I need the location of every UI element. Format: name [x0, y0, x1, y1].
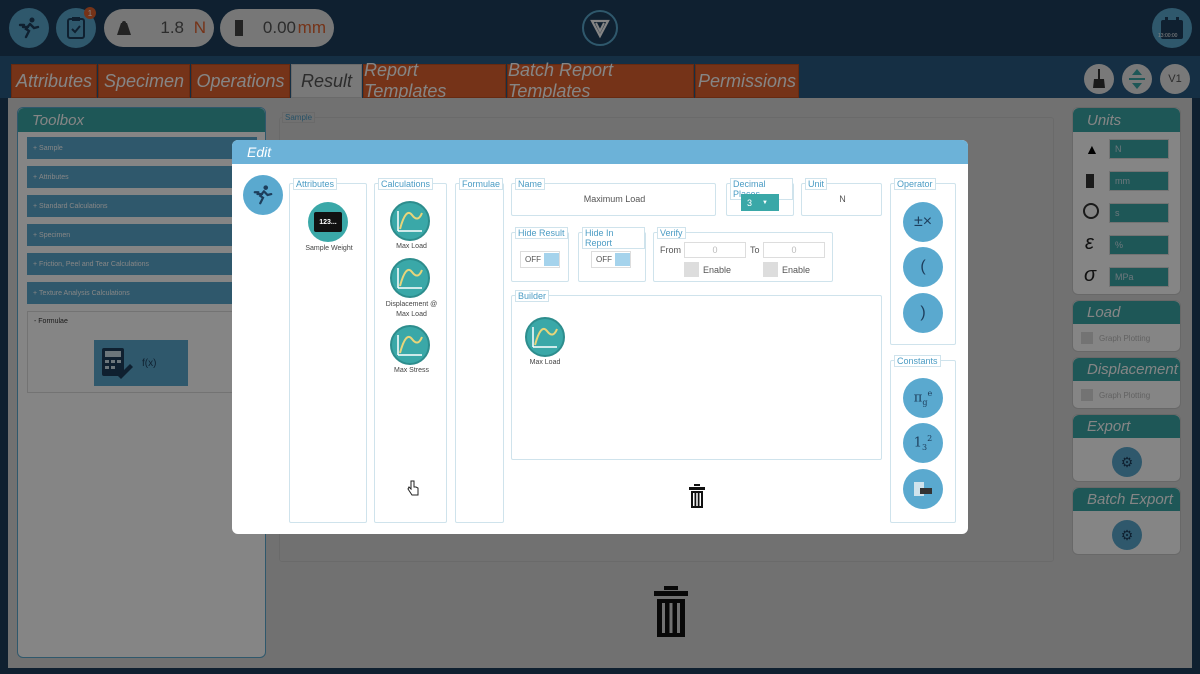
unit-label: Unit [805, 178, 828, 190]
calculations-label: Calculations [378, 178, 434, 190]
to-enable-checkbox[interactable] [763, 262, 778, 277]
to-input[interactable]: 0 [763, 242, 825, 258]
calculation-max-stress[interactable] [390, 325, 430, 365]
attributes-column: Attributes 123... Sample Weight [289, 178, 367, 523]
decimal-places-group: Decimal Places 3 ▼ [726, 178, 794, 216]
hand-pointer-icon [407, 480, 419, 496]
attribute-sample-weight[interactable]: 123... [308, 202, 348, 242]
calculation-displacement-max-load[interactable] [390, 258, 430, 298]
calculation-label: Max Stress [393, 367, 429, 374]
name-label: Name [515, 178, 546, 190]
operator-open-paren-button[interactable]: ( [903, 247, 943, 287]
hide-in-report-label: Hide In Report [582, 227, 645, 249]
formulae-column-label: Formulae [459, 178, 504, 190]
hide-result-toggle[interactable]: OFF [520, 251, 560, 268]
operator-close-paren-button[interactable]: ) [903, 293, 943, 333]
builder-item-label: Max Load [529, 359, 561, 366]
hide-result-label: Hide Result [515, 227, 568, 239]
from-enable-label: Enable [703, 265, 732, 275]
hide-in-report-state: OFF [596, 255, 612, 264]
operator-label: Operator [894, 178, 936, 190]
load-curve-icon [532, 327, 558, 348]
formulae-column: Formulae [455, 178, 504, 523]
from-label: From [660, 245, 681, 255]
from-enable-checkbox[interactable] [684, 262, 699, 277]
hide-in-report-toggle[interactable]: OFF [591, 251, 631, 268]
builder-area[interactable]: Builder Max Load [511, 290, 882, 460]
operator-plus-minus-times-button[interactable]: ±× [903, 202, 943, 242]
calculation-label: Displacement @ Max Load [385, 301, 438, 318]
hide-result-group: Hide Result OFF [511, 227, 569, 282]
hide-in-report-group: Hide In Report OFF [578, 227, 646, 282]
decimal-places-select[interactable]: 3 ▼ [741, 194, 779, 211]
to-label: To [750, 245, 760, 255]
from-input[interactable]: 0 [684, 242, 746, 258]
load-curve-icon [397, 211, 423, 232]
constants-label: Constants [894, 355, 941, 367]
load-curve-icon [397, 335, 423, 356]
calculation-label: Max Load [396, 243, 427, 250]
chevron-down-icon: ▼ [762, 199, 768, 206]
attribute-label: Sample Weight [305, 245, 353, 252]
builder-label: Builder [515, 290, 550, 302]
constants-column: Constants πge 132 [890, 355, 956, 523]
unit-input[interactable]: N [802, 194, 883, 204]
to-enable-label: Enable [782, 265, 811, 275]
edit-dialog: Edit Attributes 123... Sample Weight Cal… [232, 140, 968, 534]
dialog-exit-button[interactable] [243, 175, 283, 215]
toggle-knob [615, 253, 630, 266]
constants-custom-button[interactable] [903, 469, 943, 509]
name-input[interactable]: Maximum Load [512, 194, 717, 204]
run-exit-icon [253, 185, 273, 205]
decimal-places-value: 3 [747, 197, 753, 208]
verify-label: Verify [657, 227, 686, 239]
number-power-icon: 132 [913, 434, 933, 452]
hide-result-state: OFF [525, 255, 541, 264]
trash-icon[interactable] [688, 484, 706, 508]
edit-dialog-title: Edit [232, 140, 968, 164]
constants-number-button[interactable]: 132 [903, 423, 943, 463]
custom-constant-icon [914, 482, 932, 496]
load-curve-icon [397, 268, 423, 289]
toggle-knob [544, 253, 559, 266]
constants-pi-g-e-button[interactable]: πge [903, 378, 943, 418]
verify-group: Verify From 0 To 0 Enable Enable [653, 227, 833, 282]
builder-item-max-load[interactable] [525, 317, 565, 357]
calculation-max-load[interactable] [390, 201, 430, 241]
name-field-group: Name Maximum Load [511, 178, 717, 216]
speech-bubble-number-icon: 123... [314, 212, 342, 232]
attributes-label: Attributes [293, 178, 338, 190]
operator-column: Operator ±× ( ) [890, 178, 956, 345]
pi-g-e-icon: πge [913, 389, 933, 407]
calculations-column: Calculations Max Load Displacement @ Max… [374, 178, 447, 523]
unit-field-group: Unit N [801, 178, 883, 216]
